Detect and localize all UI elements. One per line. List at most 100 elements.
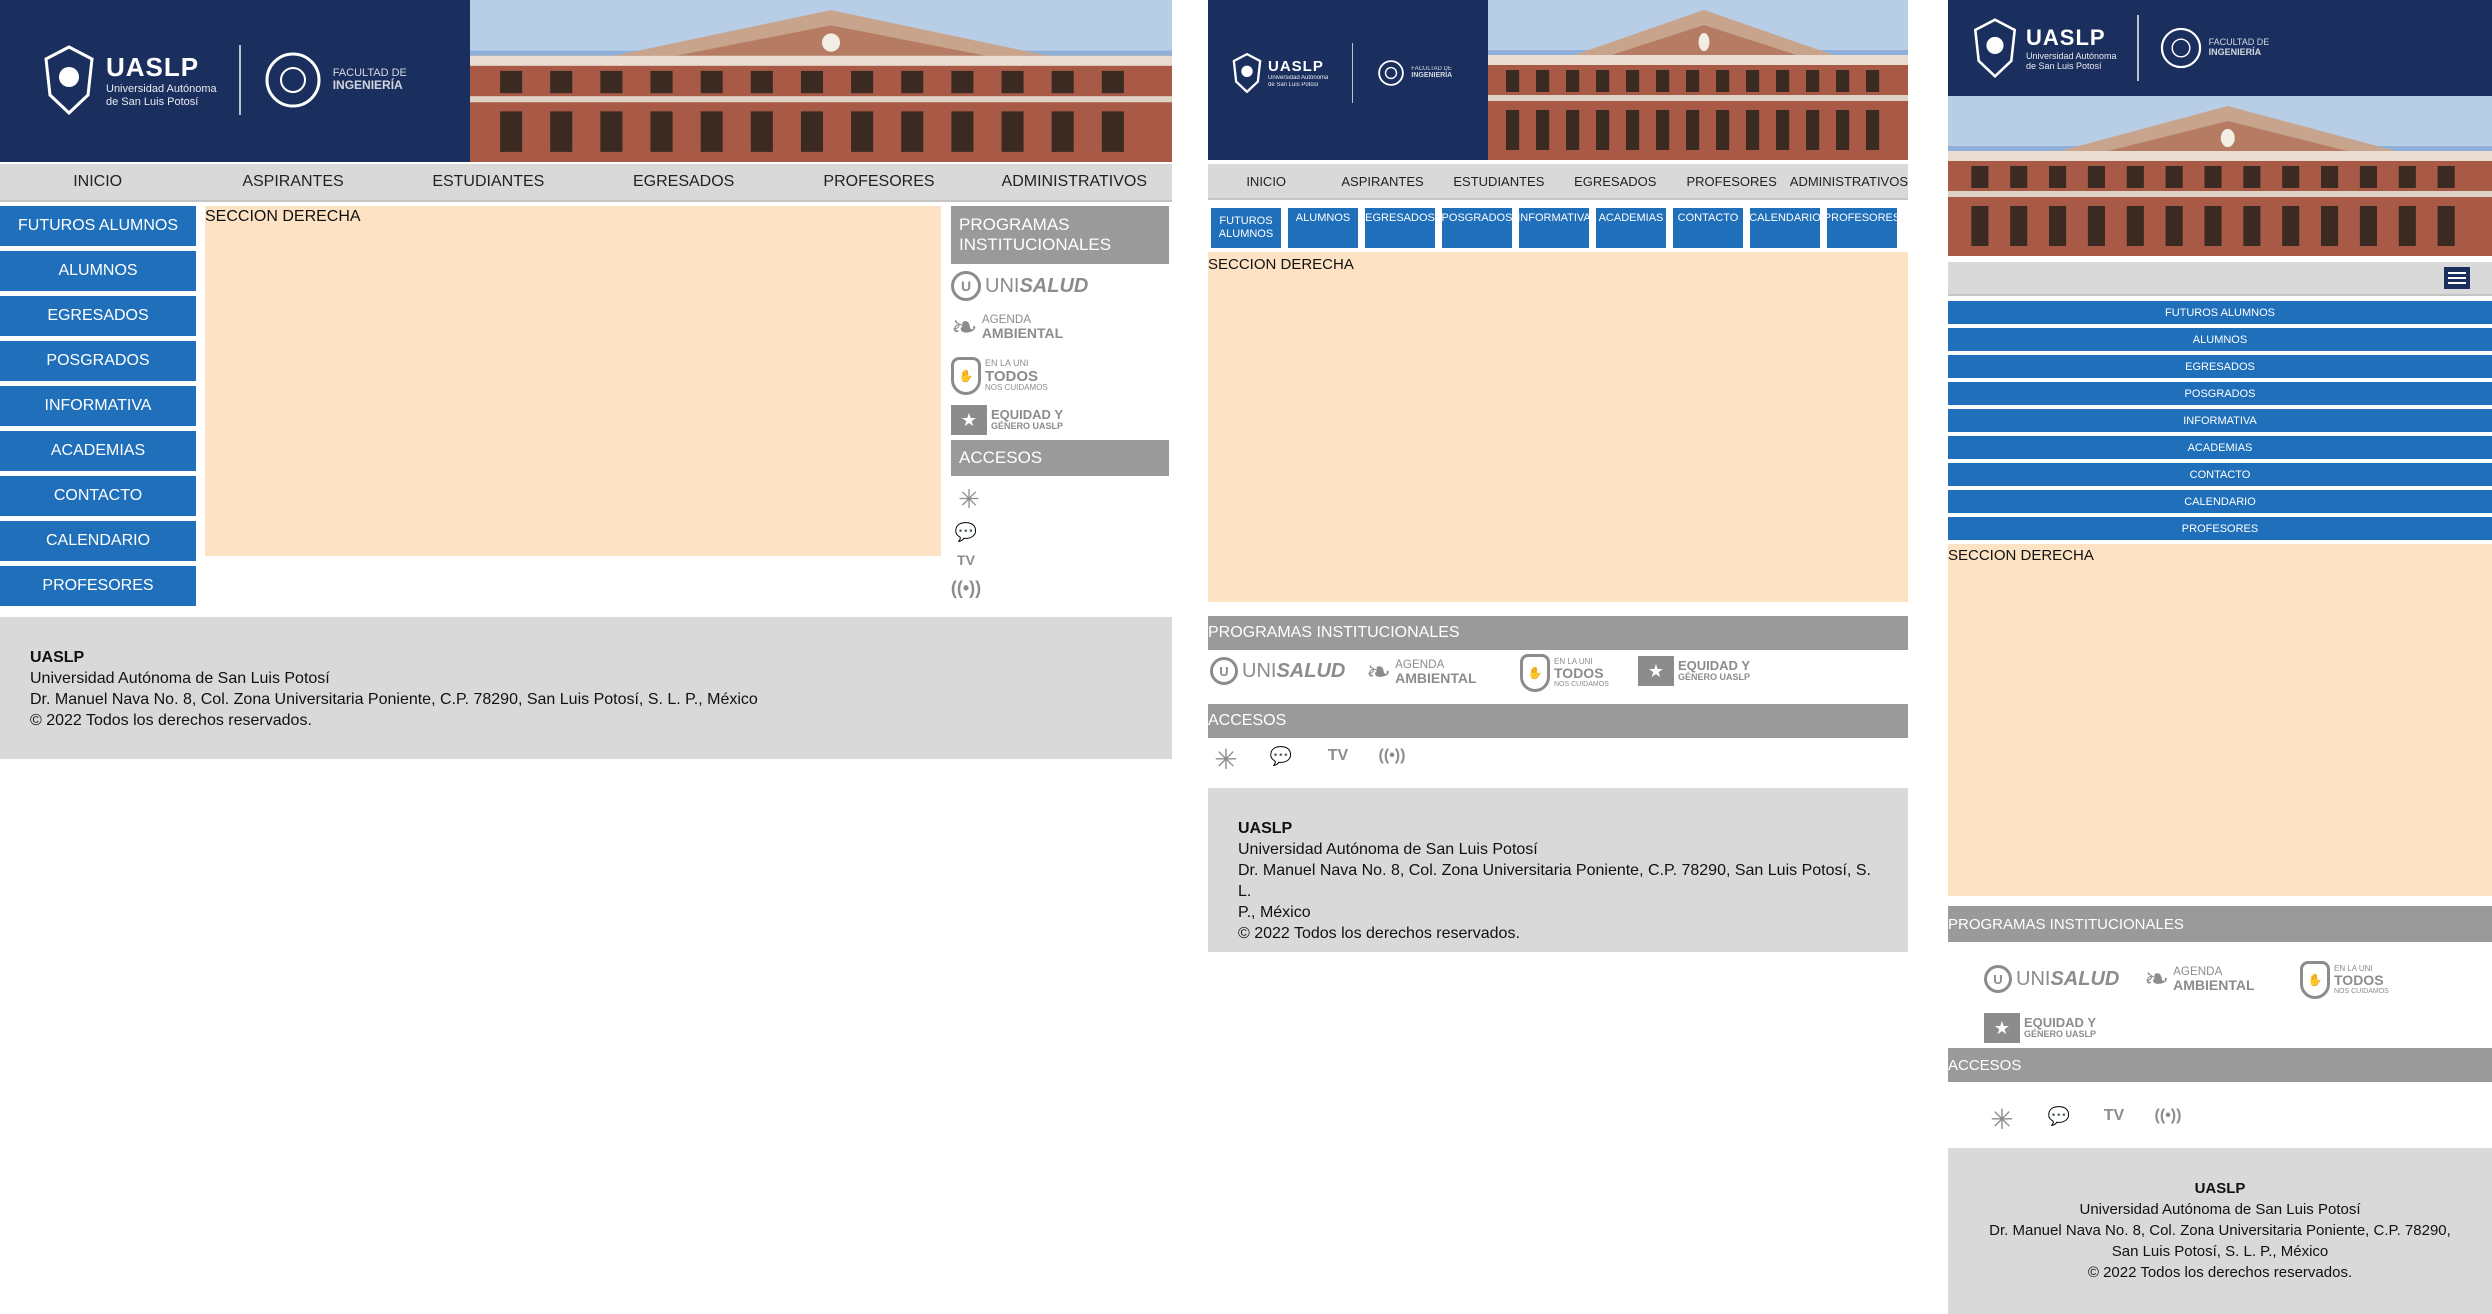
side-profesores[interactable]: PROFESORES: [0, 566, 196, 606]
radio-access-icon[interactable]: ((•)): [1372, 742, 1412, 770]
logo-divider: [238, 45, 241, 115]
nav-aspirantes[interactable]: ASPIRANTES: [1324, 174, 1440, 189]
side-futuros-alumnos[interactable]: FUTUROS ALUMNOS: [0, 206, 196, 246]
footer-name: UASLP: [2194, 1180, 2246, 1197]
tv-access-icon[interactable]: TV: [951, 548, 981, 572]
tv-access-icon[interactable]: TV: [1320, 742, 1356, 770]
agenda-ambiental-link[interactable]: ❧ AGENDA AMBIENTAL: [951, 308, 1063, 346]
nav-egresados[interactable]: EGRESADOS: [586, 173, 781, 191]
main-content: [1208, 252, 1908, 602]
unisalud-icon: U: [1984, 965, 2012, 993]
chat-access-icon[interactable]: 💬: [951, 520, 981, 544]
tab-egresados[interactable]: EGRESADOS: [1365, 208, 1435, 248]
mob-profesores[interactable]: PROFESORES: [1948, 517, 2492, 540]
desktop-layout: UASLP Universidad Autónoma de San Luis P…: [0, 0, 1172, 1314]
hamburger-menu-icon[interactable]: [2444, 267, 2470, 289]
mobile-nav-bar: [1948, 262, 2492, 296]
todos-link[interactable]: ✋ EN LA UNI TODOS NOS CUIDAMOS: [2300, 960, 2389, 1000]
seccion-derecha: SECCION DERECHA: [1948, 547, 2094, 564]
mob-alumnos[interactable]: ALUMNOS: [1948, 328, 2492, 351]
nav-administrativos[interactable]: ADMINISTRATIVOS: [977, 173, 1172, 191]
mob-egresados[interactable]: EGRESADOS: [1948, 355, 2492, 378]
nav-estudiantes[interactable]: ESTUDIANTES: [391, 173, 586, 191]
tab-profesores[interactable]: PROFESORES: [1824, 208, 1900, 248]
mob-futuros-alumnos[interactable]: FUTUROS ALUMNOS: [1948, 301, 2492, 324]
chat-access-icon[interactable]: 💬: [2044, 1102, 2074, 1130]
nav-estudiantes[interactable]: ESTUDIANTES: [1441, 174, 1557, 189]
brand-sub-1: Universidad Autónoma: [106, 82, 217, 95]
mob-academias[interactable]: ACADEMIAS: [1948, 436, 2492, 459]
mob-calendario[interactable]: CALENDARIO: [1948, 490, 2492, 513]
mob-informativa[interactable]: INFORMATIVA: [1948, 409, 2492, 432]
equidad-link[interactable]: ★ EQUIDAD Y GÉNERO UASLP: [1638, 655, 1750, 687]
nav-profesores[interactable]: PROFESORES: [1673, 174, 1789, 189]
star-access-icon[interactable]: ✳: [1984, 1102, 2020, 1136]
side-egresados[interactable]: EGRESADOS: [0, 296, 196, 336]
uaslp-logo[interactable]: UASLP Universidad Autónoma de San Luis P…: [1970, 8, 2269, 88]
tab-posgrados[interactable]: POSGRADOS: [1442, 208, 1512, 248]
unisalud-text-a: UNI: [1242, 659, 1277, 682]
header: UASLP Universidad Autónoma de San Luis P…: [1208, 0, 1908, 160]
agenda-ambiental-link[interactable]: ❧ AGENDA AMBIENTAL: [1366, 653, 1477, 691]
side-calendario[interactable]: CALENDARIO: [0, 521, 196, 561]
footer-address-1: Dr. Manuel Nava No. 8, Col. Zona Univers…: [1989, 1222, 2451, 1239]
footer-address-2: P., México: [1238, 904, 1311, 921]
equidad-link[interactable]: ★ EQUIDAD Y GÉNERO UASLP: [951, 404, 1063, 436]
star-access-icon[interactable]: ✳: [1208, 742, 1244, 776]
tab-calendario[interactable]: CALENDARIO: [1749, 208, 1821, 248]
seccion-derecha: SECCION DERECHA: [205, 208, 361, 225]
tv-access-icon[interactable]: TV: [2096, 1102, 2132, 1130]
tab-futuros-alumnos[interactable]: FUTUROS ALUMNOS: [1211, 208, 1281, 248]
tab-contacto[interactable]: CONTACTO: [1673, 208, 1743, 248]
nav-aspirantes[interactable]: ASPIRANTES: [195, 173, 390, 191]
side-informativa[interactable]: INFORMATIVA: [0, 386, 196, 426]
agenda-ambiental-link[interactable]: ❧ AGENDA AMBIENTAL: [2144, 960, 2255, 998]
uaslp-logo[interactable]: UASLP Universidad Autónoma de San Luis P…: [40, 40, 407, 120]
tab-informativa[interactable]: INFORMATIVA: [1517, 208, 1591, 248]
tab-academias[interactable]: ACADEMIAS: [1596, 208, 1666, 248]
faculty-label-2: INGENIERÍA: [1411, 72, 1453, 80]
brand-sub-1: Universidad Autónoma: [2026, 50, 2117, 61]
nav-inicio[interactable]: INICIO: [1208, 174, 1324, 189]
chat-access-icon[interactable]: 💬: [1266, 742, 1296, 770]
top-nav: INICIO ASPIRANTES ESTUDIANTES EGRESADOS …: [0, 164, 1172, 202]
mob-contacto[interactable]: CONTACTO: [1948, 463, 2492, 486]
unisalud-icon: U: [1210, 657, 1238, 685]
nav-profesores[interactable]: PROFESORES: [781, 173, 976, 191]
unisalud-text-b: SALUD: [1276, 659, 1346, 682]
unisalud-link[interactable]: U UNI SALUD: [1210, 655, 1345, 687]
crest-icon: [44, 45, 94, 115]
equidad-icon: ★: [951, 405, 987, 435]
logo-divider: [2136, 15, 2139, 81]
seccion-derecha: SECCION DERECHA: [1208, 256, 1354, 273]
equidad-icon: ★: [1984, 1013, 2020, 1043]
footer-copyright: © 2022 Todos los derechos reservados.: [2087, 1264, 2353, 1281]
unisalud-link[interactable]: U UNI SALUD: [1984, 963, 2119, 995]
nav-egresados[interactable]: EGRESADOS: [1557, 174, 1673, 189]
todos-text-c: NOS CUIDAMOS: [2334, 987, 2389, 995]
radio-access-icon[interactable]: ((•)): [951, 576, 981, 600]
main-content: [1948, 544, 2492, 896]
faculty-label-1: FACULTAD DE: [2208, 37, 2270, 48]
nav-inicio[interactable]: INICIO: [0, 173, 195, 191]
programs-title-1: PROGRAMAS: [959, 214, 1070, 234]
radio-access-icon[interactable]: ((•)): [2148, 1102, 2188, 1130]
star-access-icon[interactable]: ✳: [951, 484, 987, 514]
top-nav: INICIO ASPIRANTES ESTUDIANTES EGRESADOS …: [1208, 164, 1908, 200]
accesos-title: ACCESOS: [1948, 1056, 2022, 1074]
unisalud-icon: U: [951, 271, 981, 301]
side-contacto[interactable]: CONTACTO: [0, 476, 196, 516]
unisalud-link[interactable]: U UNI SALUD: [951, 270, 1088, 302]
todos-link[interactable]: ✋ EN LA UNI TODOS NOS CUIDAMOS: [1520, 653, 1609, 693]
brand-sub-2: de San Luis Potosí: [1268, 81, 1319, 88]
equidad-link[interactable]: ★ EQUIDAD Y GÉNERO UASLP: [1984, 1012, 2096, 1044]
accesos-header: ACCESOS: [1948, 1048, 2492, 1082]
todos-link[interactable]: ✋ EN LA UNI TODOS NOS CUIDAMOS: [951, 356, 1048, 396]
tab-alumnos[interactable]: ALUMNOS: [1288, 208, 1358, 248]
side-academias[interactable]: ACADEMIAS: [0, 431, 196, 471]
nav-administrativos[interactable]: ADMINISTRATIVOS: [1790, 174, 1908, 189]
mob-posgrados[interactable]: POSGRADOS: [1948, 382, 2492, 405]
side-alumnos[interactable]: ALUMNOS: [0, 251, 196, 291]
uaslp-logo[interactable]: UASLP Universidad Autónoma de San Luis P…: [1230, 43, 1453, 103]
side-posgrados[interactable]: POSGRADOS: [0, 341, 196, 381]
